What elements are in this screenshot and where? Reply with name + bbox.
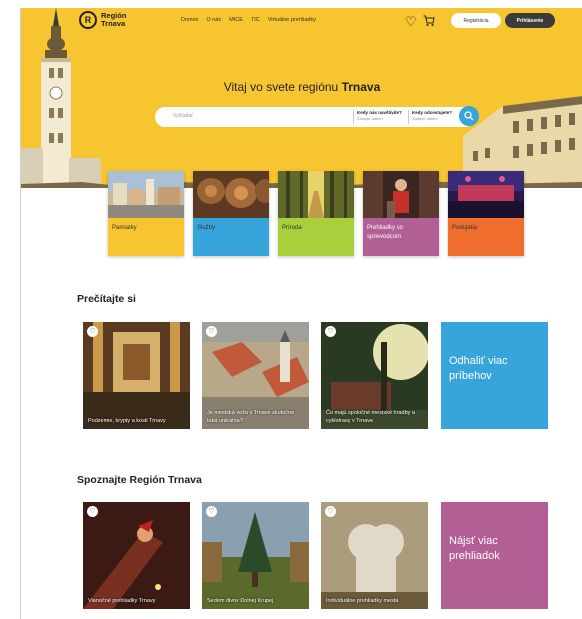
tour-title: Sedem divov Dolnej Krupej [207, 597, 274, 604]
menu-item-about[interactable]: O nás [206, 17, 221, 23]
favorite-heart-icon[interactable]: ♡ [325, 506, 336, 517]
menu-item-home[interactable]: Domov [181, 17, 198, 23]
story-card[interactable]: ♡ Je mestská veža v Trnave skutočne taká… [202, 322, 309, 429]
favorite-heart-icon[interactable]: ♡ [87, 506, 98, 517]
category-card-monuments[interactable]: Pamiatky [108, 171, 184, 256]
logo-mark-icon: R [79, 11, 97, 29]
category-card-guided-tours[interactable]: Prehliadky so sprievodcom [363, 171, 439, 256]
top-navigation: R Región Trnava Domov O nás MICE TIC Vir… [21, 8, 582, 38]
favorite-heart-icon[interactable]: ♡ [206, 506, 217, 517]
tour-card[interactable]: ♡ Sedem divov Dolnej Krupej [202, 502, 309, 609]
story-image [83, 322, 190, 429]
departure-label: Kedy odcestujete? [412, 110, 453, 115]
tour-image [202, 502, 309, 609]
category-card-services[interactable]: Služby [193, 171, 269, 256]
category-image [448, 171, 524, 218]
search-button[interactable] [459, 106, 479, 126]
tour-image [321, 502, 428, 609]
hero-title-region: Trnava [341, 80, 381, 94]
hero-banner: R Región Trnava Domov O nás MICE TIC Vir… [21, 8, 582, 188]
departure-value: Zadajte dátum [412, 116, 438, 121]
brand-name: Región Trnava [101, 11, 127, 28]
departure-date-field[interactable]: Kedy odcestujete? Zadajte dátum [408, 110, 452, 124]
page: R Región Trnava Domov O nás MICE TIC Vir… [20, 8, 582, 619]
tour-image [83, 502, 190, 609]
hero-title: Vitaj vo svete regiónu Trnava [21, 80, 582, 94]
search-icon [464, 111, 474, 121]
explore-section-title: Spoznajte Región Trnava [77, 474, 202, 486]
category-image [363, 171, 439, 218]
story-title: Je mestská veža v Trnave skutočne taká u… [207, 410, 295, 424]
story-title: Podzemie, krypty a kosti Trnavy [88, 417, 166, 424]
category-label: Podujatia [448, 218, 524, 256]
search-bar: Vyhľadať Kedy nás navštívite? Zadajte dá… [155, 107, 475, 127]
category-label: Služby [193, 218, 269, 256]
main-menu: Domov O nás MICE TIC Virtuálne prehliadk… [181, 17, 316, 23]
cart-icon[interactable] [423, 15, 435, 31]
tour-title: Vianočné prehliadky Trnavy [88, 597, 156, 604]
category-label: Pamiatky [108, 218, 184, 256]
arrival-value: Zadajte dátum [357, 116, 383, 121]
menu-item-tic[interactable]: TIC [251, 17, 260, 23]
read-section-title: Prečítajte si [77, 293, 136, 305]
category-card-nature[interactable]: Príroda [278, 171, 354, 256]
heart-icon[interactable]: ♡ [405, 15, 417, 28]
category-image [108, 171, 184, 218]
tour-title: Individuálne prehliadky mesta [326, 597, 399, 604]
tour-card[interactable]: ♡ Individuálne prehliadky mesta [321, 502, 428, 609]
category-label: Prehliadky so sprievodcom [363, 218, 439, 256]
story-card[interactable]: ♡ Podzemie, krypty a kosti Trnavy [83, 322, 190, 429]
hero-title-prefix: Vitaj vo svete regiónu [223, 80, 342, 94]
favorite-heart-icon[interactable]: ♡ [206, 326, 217, 337]
menu-item-virtual-tours[interactable]: Virtuálne prehliadky [268, 17, 316, 23]
category-card-events[interactable]: Podujatia [448, 171, 524, 256]
category-image [193, 171, 269, 218]
brand-logo[interactable]: R Región Trnava [79, 11, 141, 29]
more-stories-button[interactable]: Odhaliť viac príbehov [441, 322, 548, 429]
category-label: Príroda [278, 218, 354, 256]
tour-card[interactable]: ♡ Vianočné prehliadky Trnavy [83, 502, 190, 609]
search-input[interactable]: Vyhľadať [173, 113, 323, 119]
register-button[interactable]: Registrácia [451, 13, 501, 28]
more-tours-button[interactable]: Nájsť viac prehliadok [441, 502, 548, 609]
login-button[interactable]: Prihlásenie [505, 13, 555, 28]
favorite-heart-icon[interactable]: ♡ [325, 326, 336, 337]
story-card[interactable]: ♡ Čo majú spoločné mestské hradby a cykl… [321, 322, 428, 429]
story-title: Čo majú spoločné mestské hradby a cyklot… [326, 410, 415, 424]
arrival-label: Kedy nás navštívite? [357, 110, 402, 115]
arrival-date-field[interactable]: Kedy nás navštívite? Zadajte dátum [353, 110, 402, 124]
menu-item-mice[interactable]: MICE [229, 17, 243, 23]
favorite-heart-icon[interactable]: ♡ [87, 326, 98, 337]
category-image [278, 171, 354, 218]
